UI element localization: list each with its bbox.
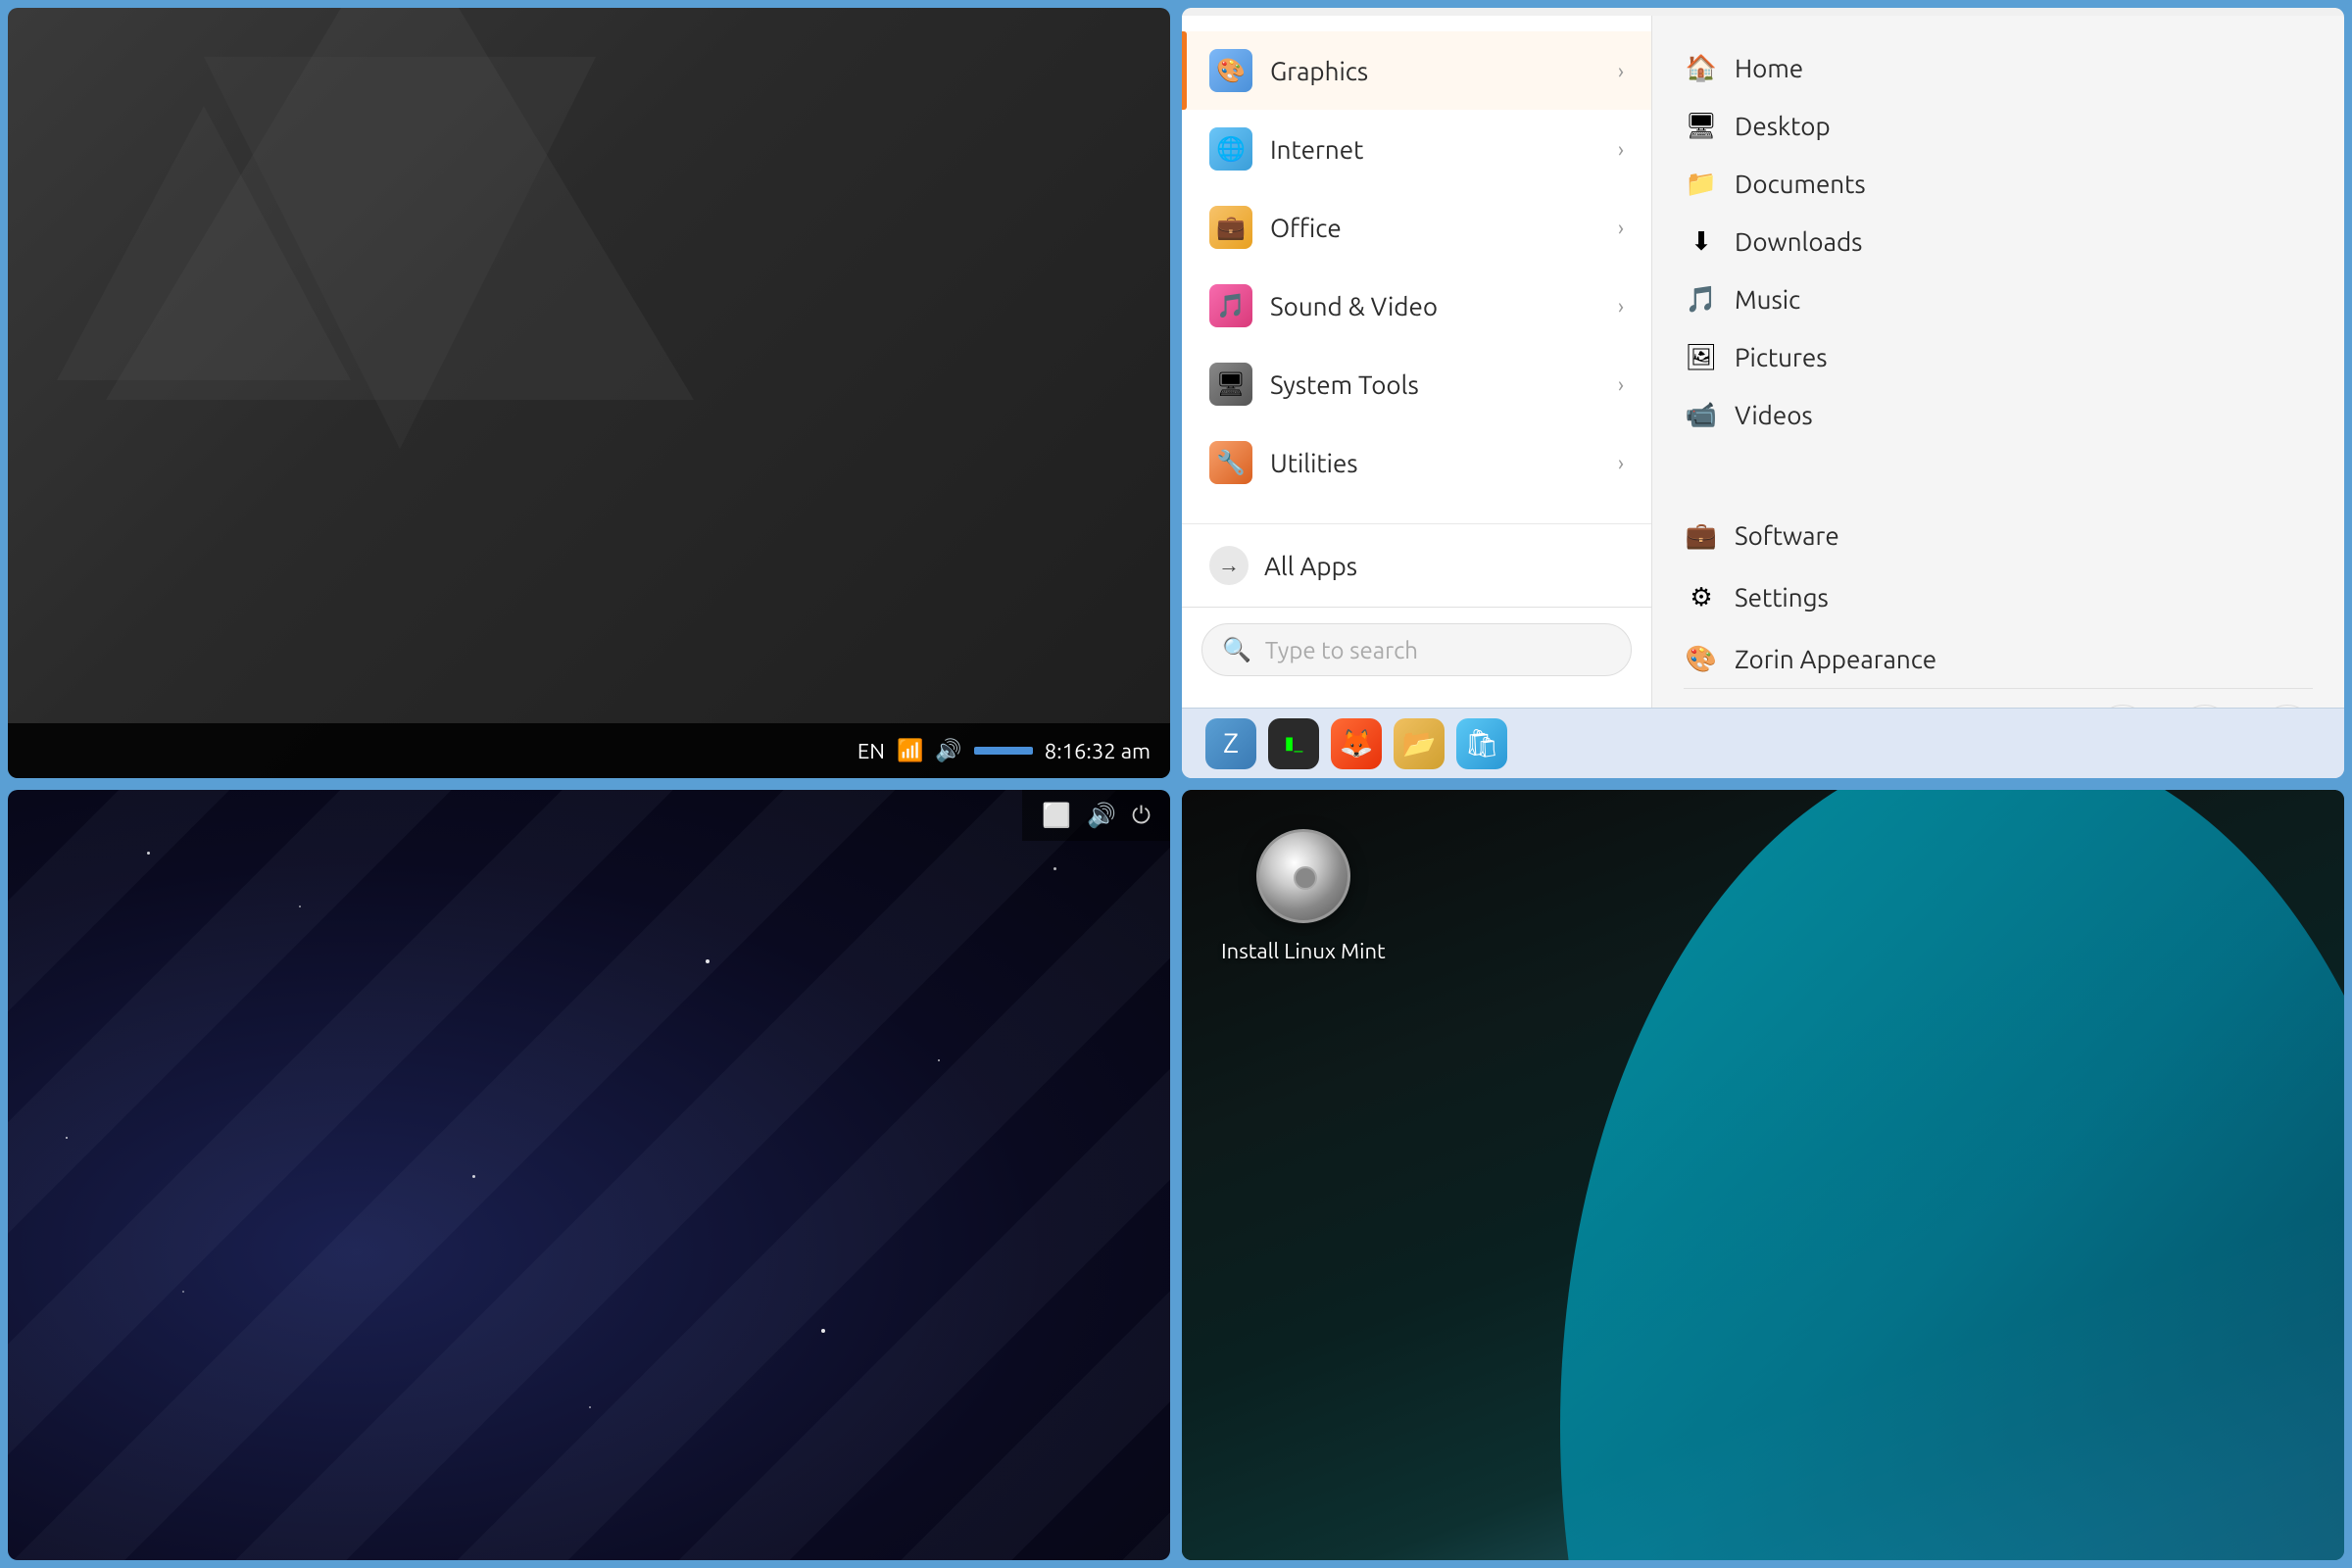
bottom-actions: ⇄ ↺ ⏻: [1684, 688, 2313, 708]
soundvideo-arrow: ›: [1618, 294, 1624, 318]
software-icon: 💼: [1684, 520, 1719, 551]
soundvideo-icon: 🎵: [1209, 284, 1252, 327]
desktop-background-geometric: [8, 8, 1170, 723]
search-bar[interactable]: 🔍 Type to search: [1201, 623, 1632, 676]
place-videos[interactable]: 📹 Videos: [1684, 386, 2313, 444]
dock-store[interactable]: 🛍: [1456, 718, 1507, 769]
taskbar-top-left: EN 📶 🔊 8:16:32 am: [8, 723, 1170, 778]
place-desktop[interactable]: 🖥 Desktop: [1684, 97, 2313, 155]
graphics-arrow: ›: [1618, 59, 1624, 83]
category-systemtools-label: System Tools: [1270, 370, 1618, 399]
utilities-icon: 🔧: [1209, 441, 1252, 484]
quadrant-bottom-right: Install Linux Mint: [1182, 790, 2344, 1560]
utilities-arrow: ›: [1618, 451, 1624, 475]
zorin-appearance-icon: 🎨: [1684, 644, 1719, 674]
downloads-icon: ⬇: [1684, 226, 1719, 257]
zorin-menu: 🎨 Graphics › 🌐 Internet › 💼 Office ›: [1182, 8, 2344, 778]
all-apps-row[interactable]: → All Apps: [1182, 523, 1651, 607]
systemtools-icon: 🖥: [1209, 363, 1252, 406]
bl-volume-icon[interactable]: 🔊: [1087, 802, 1116, 829]
quadrant-bottom-left: ⬜ 🔊 ⏻: [8, 790, 1170, 1560]
pictures-icon: 🖼: [1684, 342, 1719, 372]
bl-taskbar: ⬜ 🔊 ⏻: [1022, 790, 1170, 841]
home-icon: 🏠: [1684, 53, 1719, 83]
internet-icon: 🌐: [1209, 127, 1252, 171]
mint-install-icon[interactable]: Install Linux Mint: [1221, 829, 1386, 963]
taskbar-time: 8:16:32 am: [1045, 739, 1151, 763]
graphics-icon: 🎨: [1209, 49, 1252, 92]
mint-install-label: Install Linux Mint: [1221, 939, 1386, 963]
category-system-tools[interactable]: 🖥 System Tools ›: [1182, 345, 1651, 423]
action-settings[interactable]: ⚙ Settings: [1684, 568, 2313, 626]
taskbar-progress-bar: [974, 747, 1033, 755]
all-apps-label: All Apps: [1264, 552, 1357, 580]
action-software[interactable]: 💼 Software: [1684, 507, 2313, 564]
action-software-label: Software: [1735, 521, 1839, 550]
place-downloads-label: Downloads: [1735, 227, 1862, 256]
category-internet-label: Internet: [1270, 135, 1618, 164]
geo-shape-3: [57, 106, 351, 380]
places-section: 🏠 Home 🖥 Desktop 📁 Documents ⬇: [1684, 39, 2313, 444]
place-documents-label: Documents: [1735, 170, 1866, 198]
internet-arrow: ›: [1618, 137, 1624, 162]
systemtools-arrow: ›: [1618, 372, 1624, 397]
category-sound-video[interactable]: 🎵 Sound & Video ›: [1182, 267, 1651, 345]
dock-terminal[interactable]: ▮_: [1268, 718, 1319, 769]
action-settings-label: Settings: [1735, 583, 1829, 612]
place-desktop-label: Desktop: [1735, 112, 1831, 140]
category-graphics-label: Graphics: [1270, 57, 1618, 85]
search-bar-row: 🔍 Type to search: [1182, 607, 1651, 692]
category-utilities[interactable]: 🔧 Utilities ›: [1182, 423, 1651, 502]
bl-power-icon[interactable]: ⏻: [1132, 802, 1151, 829]
action-zorin-appearance[interactable]: 🎨 Zorin Appearance: [1684, 630, 2313, 688]
search-icon: 🔍: [1222, 636, 1251, 663]
place-home-label: Home: [1735, 54, 1803, 82]
quadrant-top-left: EN 📶 🔊 8:16:32 am: [8, 8, 1170, 778]
search-placeholder[interactable]: Type to search: [1265, 637, 1611, 663]
music-icon: 🎵: [1684, 284, 1719, 315]
menu-body: 🎨 Graphics › 🌐 Internet › 💼 Office ›: [1182, 16, 2344, 708]
all-apps-icon: →: [1209, 546, 1249, 585]
space-stripes: [8, 790, 1170, 1560]
menu-right-panel: 🏠 Home 🖥 Desktop 📁 Documents ⬇: [1652, 16, 2344, 708]
dock-zorin[interactable]: Z: [1205, 718, 1256, 769]
action-zorin-appearance-label: Zorin Appearance: [1735, 645, 1936, 673]
dock-files[interactable]: 📂: [1394, 718, 1445, 769]
place-home[interactable]: 🏠 Home: [1684, 39, 2313, 97]
category-soundvideo-label: Sound & Video: [1270, 292, 1618, 320]
desktop-icon: 🖥: [1684, 111, 1719, 141]
menu-categories: 🎨 Graphics › 🌐 Internet › 💼 Office ›: [1182, 16, 1652, 708]
videos-icon: 📹: [1684, 400, 1719, 430]
category-graphics[interactable]: 🎨 Graphics ›: [1182, 31, 1651, 110]
category-utilities-label: Utilities: [1270, 449, 1618, 477]
taskbar-network-icon: 📶: [897, 738, 923, 763]
dock-firefox[interactable]: 🦊: [1331, 718, 1382, 769]
place-pictures-label: Pictures: [1735, 343, 1827, 371]
office-icon: 💼: [1209, 206, 1252, 249]
taskbar-volume-icon: 🔊: [935, 738, 961, 763]
dock-bar: Z ▮_ 🦊 📂 🛍: [1182, 708, 2344, 778]
place-downloads[interactable]: ⬇ Downloads: [1684, 213, 2313, 270]
documents-icon: 📁: [1684, 169, 1719, 199]
place-music-label: Music: [1735, 285, 1800, 314]
actions-section: 💼 Software ⚙ Settings 🎨 Zorin Appearance: [1684, 507, 2313, 688]
menu-top-bar: [1182, 8, 2344, 16]
place-documents[interactable]: 📁 Documents: [1684, 155, 2313, 213]
quadrant-top-right: 🎨 Graphics › 🌐 Internet › 💼 Office ›: [1182, 8, 2344, 778]
mint-disc-icon: [1256, 829, 1350, 923]
active-indicator: [1182, 31, 1187, 110]
place-videos-label: Videos: [1735, 401, 1813, 429]
taskbar-lang: EN: [858, 739, 885, 763]
category-office[interactable]: 💼 Office ›: [1182, 188, 1651, 267]
place-music[interactable]: 🎵 Music: [1684, 270, 2313, 328]
office-arrow: ›: [1618, 216, 1624, 240]
settings-icon: ⚙: [1684, 582, 1719, 612]
screen-grid: EN 📶 🔊 8:16:32 am 🎨 Graphics ›: [0, 0, 2352, 1568]
category-internet[interactable]: 🌐 Internet ›: [1182, 110, 1651, 188]
place-pictures[interactable]: 🖼 Pictures: [1684, 328, 2313, 386]
bl-screen-icon[interactable]: ⬜: [1042, 802, 1071, 829]
category-office-label: Office: [1270, 214, 1618, 242]
